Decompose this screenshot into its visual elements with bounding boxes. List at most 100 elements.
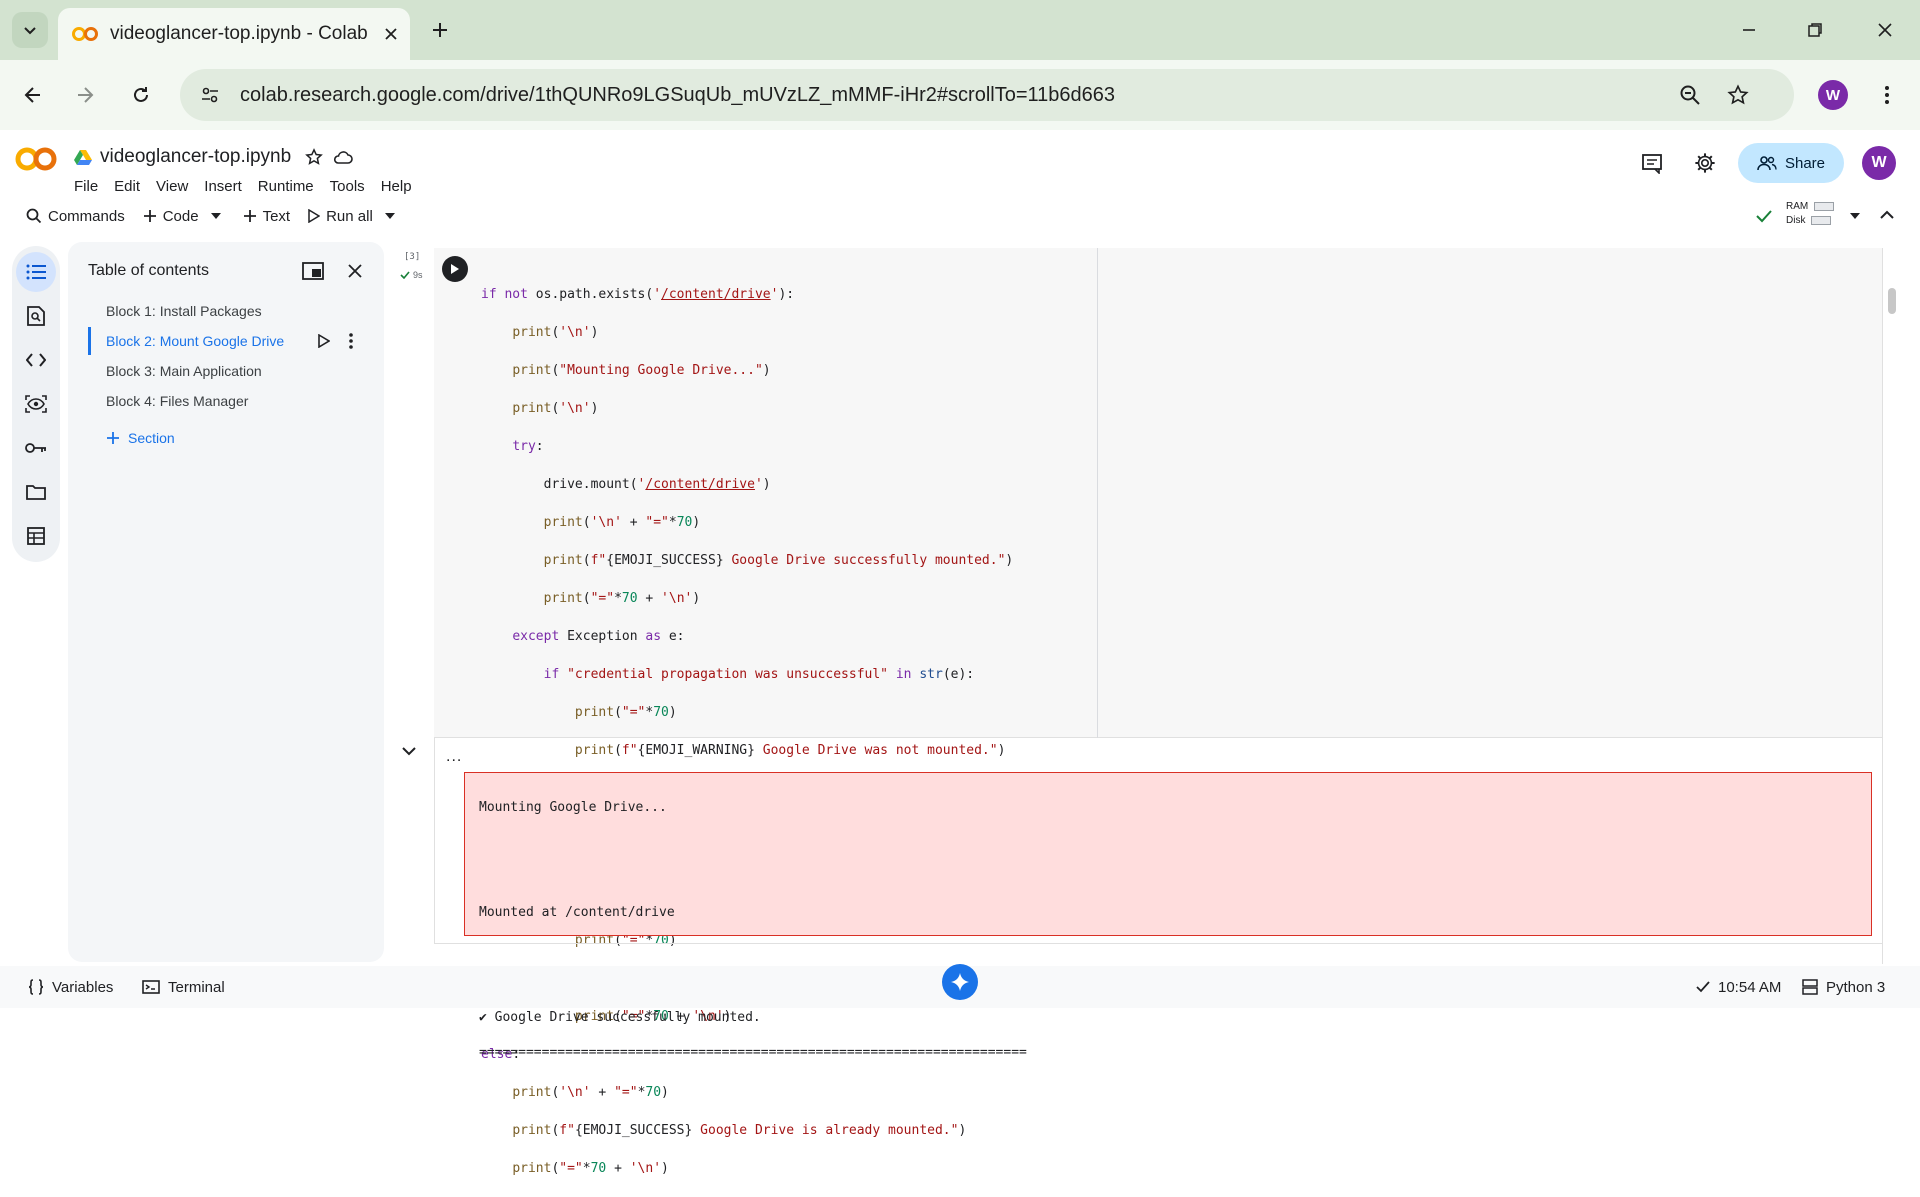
left-rail <box>12 246 60 562</box>
toc-item-block-4[interactable]: Block 4: Files Manager <box>88 387 378 415</box>
run-cell-button[interactable] <box>442 256 468 282</box>
zoom-icon <box>1680 85 1700 105</box>
terminal-label: Terminal <box>168 978 225 996</box>
output-line: ✔ Google Drive successfully mounted. <box>479 1009 761 1025</box>
add-code-button[interactable]: Code <box>137 201 205 231</box>
data-table-rail-button[interactable] <box>16 516 56 556</box>
tab-title: videoglancer-top.ipynb - Colab <box>110 23 368 44</box>
runtime-icon <box>1802 979 1818 995</box>
code-line: print("="*70 + '\n') <box>512 1161 669 1176</box>
close-tab-icon[interactable] <box>384 27 398 41</box>
play-outline-icon[interactable] <box>318 334 330 348</box>
output-actions-button[interactable]: ... <box>446 748 462 766</box>
plus-icon <box>243 210 256 222</box>
caret-down-icon[interactable] <box>1850 213 1860 219</box>
menu-view[interactable]: View <box>156 178 188 195</box>
chevron-down-icon[interactable] <box>402 746 416 756</box>
url-text[interactable]: colab.research.google.com/drive/1thQUNRo… <box>240 84 1115 107</box>
menu-help[interactable]: Help <box>381 178 412 195</box>
code-snippets-rail-button[interactable] <box>16 340 56 380</box>
runtime-type-button[interactable]: Python 3 <box>1802 979 1885 996</box>
disk-label: Disk <box>1786 215 1806 226</box>
share-button[interactable]: Share <box>1738 143 1844 183</box>
toc-item-label: Block 2: Mount Google Drive <box>106 333 285 349</box>
toc-rail-button[interactable] <box>16 252 56 292</box>
site-info-button[interactable] <box>192 77 228 113</box>
list-icon <box>26 264 46 280</box>
notebook-title[interactable]: videoglancer-top.ipynb <box>100 146 291 168</box>
browser-navbar: colab.research.google.com/drive/1thQUNRo… <box>0 60 1920 130</box>
chevron-down-icon <box>24 27 36 35</box>
resource-monitor[interactable]: RAM Disk <box>1786 200 1835 228</box>
find-rail-button[interactable] <box>16 296 56 336</box>
comments-button[interactable] <box>1632 143 1672 183</box>
forward-button[interactable] <box>64 74 106 116</box>
user-avatar[interactable]: W <box>1862 146 1896 180</box>
close-icon[interactable] <box>348 264 362 278</box>
code-line: print(f"{EMOJI_SUCCESS} Google Drive suc… <box>543 553 1014 568</box>
braces-icon <box>28 979 44 995</box>
run-all-button[interactable]: Run all <box>302 201 379 231</box>
commands-button[interactable]: Commands <box>20 201 131 231</box>
minimize-button[interactable] <box>1724 8 1774 52</box>
add-code-dropdown[interactable] <box>205 201 233 231</box>
toc-item-block-2[interactable]: Block 2: Mount Google Drive <box>88 327 378 355</box>
cloud-icon[interactable] <box>333 149 353 165</box>
colab-logo[interactable] <box>15 146 57 172</box>
menu-bar: File Edit View Insert Runtime Tools Help <box>74 172 428 200</box>
plus-icon <box>433 23 447 37</box>
files-rail-button[interactable] <box>16 472 56 512</box>
code-line: print('\n' + "="*70) <box>543 515 701 530</box>
menu-runtime[interactable]: Runtime <box>258 178 314 195</box>
variables-inspector-rail-button[interactable] <box>16 384 56 424</box>
last-run-status[interactable]: 10:54 AM <box>1696 979 1781 996</box>
menu-edit[interactable]: Edit <box>114 178 140 195</box>
colab-header: videoglancer-top.ipynb File Edit View In… <box>0 130 1920 232</box>
notebook-scrollbar[interactable] <box>1888 288 1896 314</box>
terminal-button[interactable]: Terminal <box>142 979 225 996</box>
open-in-window-icon[interactable] <box>302 262 324 280</box>
terminal-icon <box>142 980 160 994</box>
browser-profile-avatar[interactable]: W <box>1818 80 1848 110</box>
menu-insert[interactable]: Insert <box>204 178 242 195</box>
browser-menu-button[interactable] <box>1866 74 1908 116</box>
secrets-rail-button[interactable] <box>16 428 56 468</box>
close-window-button[interactable] <box>1860 8 1910 52</box>
gemini-button[interactable] <box>942 964 978 1000</box>
toc-item-block-1[interactable]: Block 1: Install Packages <box>88 297 378 325</box>
ram-bar <box>1814 201 1835 211</box>
bookmark-button[interactable] <box>1716 73 1760 117</box>
code-line: print("="*70) <box>574 705 677 720</box>
code-line: drive.mount('/content/drive') <box>481 477 771 492</box>
notebook-scroll-track <box>1882 248 1883 964</box>
execution-time: 9s <box>413 270 423 280</box>
star-outline-icon[interactable] <box>305 148 324 166</box>
reload-button[interactable] <box>120 74 162 116</box>
key-icon <box>25 443 46 453</box>
menu-file[interactable]: File <box>74 178 98 195</box>
add-section-button[interactable]: Section <box>106 430 175 446</box>
restore-button[interactable] <box>1790 8 1840 52</box>
browser-tab[interactable]: videoglancer-top.ipynb - Colab <box>58 8 410 60</box>
new-tab-button[interactable] <box>422 12 458 48</box>
ram-label: RAM <box>1786 201 1809 212</box>
search-icon <box>26 208 42 224</box>
menu-tools[interactable]: Tools <box>330 178 365 195</box>
check-icon <box>400 271 410 279</box>
settings-button[interactable] <box>1685 143 1725 183</box>
more-vert-icon[interactable] <box>348 333 354 349</box>
zoom-button[interactable] <box>1668 73 1712 117</box>
play-outline-icon <box>308 209 321 223</box>
tab-search-button[interactable] <box>12 12 48 48</box>
address-bar[interactable]: colab.research.google.com/drive/1thQUNRo… <box>180 69 1794 121</box>
plus-icon <box>143 210 156 222</box>
run-all-dropdown[interactable] <box>379 201 407 231</box>
back-button[interactable] <box>12 74 54 116</box>
add-text-button[interactable]: Text <box>237 201 297 231</box>
chevron-up-icon[interactable] <box>1880 210 1894 220</box>
variables-button[interactable]: Variables <box>28 979 113 996</box>
toc-item-block-3[interactable]: Block 3: Main Application <box>88 357 378 385</box>
code-line: print('\n') <box>512 325 599 340</box>
caret-down-icon <box>210 213 221 219</box>
